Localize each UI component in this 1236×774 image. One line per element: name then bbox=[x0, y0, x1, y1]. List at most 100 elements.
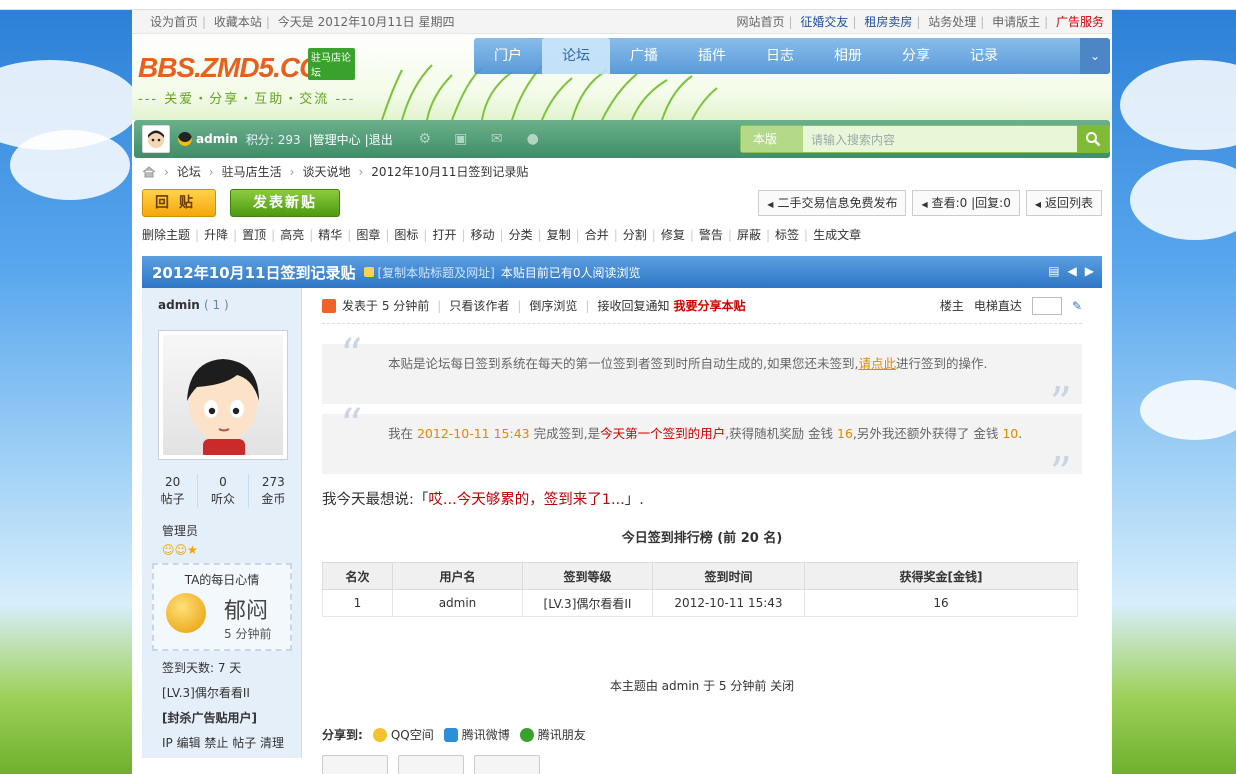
sign-time: 2012-10-11 15:43 bbox=[416, 426, 530, 441]
mod-tool-item[interactable]: 打开 bbox=[432, 228, 456, 242]
table-row: 1 admin [LV.3]偶尔看看II 2012-10-11 15:43 16 bbox=[322, 589, 1078, 617]
mod-tool-item[interactable]: 修复 bbox=[661, 228, 685, 242]
stat-posts[interactable]: 20 帖子 bbox=[148, 474, 199, 508]
mod-tool-item[interactable]: 升降 bbox=[204, 228, 228, 242]
author-name-row: admin ( 1 ) bbox=[142, 298, 301, 312]
nav-forum[interactable]: 论坛 bbox=[542, 38, 610, 74]
author-stats: 20 帖子 0 听众 273 金币 bbox=[148, 474, 298, 508]
image-icon[interactable]: ▣ bbox=[453, 131, 469, 147]
nav-plugins[interactable]: 插件 bbox=[678, 38, 746, 74]
breadcrumb-forum[interactable]: 论坛 bbox=[177, 158, 201, 186]
floor-jump-input[interactable] bbox=[1031, 296, 1062, 315]
mod-tool-item[interactable]: 高亮 bbox=[280, 228, 304, 242]
reply-notify-link[interactable]: 接收回复通知 bbox=[597, 297, 669, 314]
mod-tool-item[interactable]: 复制 bbox=[547, 228, 571, 242]
ad-service-link[interactable]: 广告服务 bbox=[1056, 15, 1104, 29]
next-thread-icon[interactable]: ▶ bbox=[1085, 264, 1094, 278]
today-say: 我今天最想说:「哎...今天够累的，签到来了1...」. bbox=[322, 492, 644, 508]
site-home-link[interactable]: 网站首页 bbox=[737, 15, 785, 29]
post-title-bar: 2012年10月11日签到记录贴 [复制本贴标题及网址] 本贴目前已有0人阅读浏… bbox=[142, 256, 1102, 288]
poster-icon bbox=[322, 298, 336, 313]
notification-bulb-icon[interactable]: ● bbox=[525, 131, 541, 147]
only-author-link[interactable]: 只看该作者 bbox=[449, 297, 509, 314]
author-name[interactable]: admin bbox=[158, 298, 200, 312]
sign-in-link[interactable]: 请点此 bbox=[858, 356, 896, 371]
nav-share[interactable]: 分享 bbox=[882, 38, 950, 74]
stat-listeners[interactable]: 0 听众 bbox=[198, 474, 249, 508]
copy-title-link[interactable]: [复制本贴标题及网址] bbox=[378, 264, 495, 281]
search-icon bbox=[1086, 132, 1101, 147]
rate-button[interactable] bbox=[474, 755, 540, 774]
admin-center-link[interactable]: |管理中心 bbox=[309, 131, 361, 148]
message-envelope-icon[interactable]: ✉ bbox=[489, 131, 505, 147]
mod-tool-item[interactable]: 屏蔽 bbox=[737, 228, 761, 242]
reward-amount: 16 bbox=[837, 426, 853, 441]
search-input[interactable]: 请输入搜索内容 bbox=[803, 131, 1077, 148]
search-button[interactable] bbox=[1077, 125, 1109, 153]
author-uid: ( 1 ) bbox=[204, 298, 229, 312]
nav-portal[interactable]: 门户 bbox=[474, 38, 542, 74]
breadcrumb-chat[interactable]: 谈天说地 bbox=[302, 158, 350, 186]
like-button[interactable] bbox=[398, 755, 464, 774]
rent-house-link[interactable]: 租房卖房 bbox=[864, 15, 912, 29]
mod-tool-item[interactable]: 图标 bbox=[394, 228, 418, 242]
set-homepage-link[interactable]: 设为首页 bbox=[150, 15, 198, 29]
mod-tool-item[interactable]: 合并 bbox=[585, 228, 609, 242]
user-score[interactable]: 积分: 293 bbox=[246, 131, 301, 148]
author-avatar[interactable] bbox=[158, 330, 288, 460]
share-tencent-weibo[interactable]: 腾讯微博 bbox=[443, 726, 510, 743]
jump-go-icon[interactable]: ✎ bbox=[1072, 299, 1082, 313]
site-affairs-link[interactable]: 站务处理 bbox=[928, 15, 976, 29]
share-qzone[interactable]: QQ空间 bbox=[372, 726, 434, 743]
mod-tool-item[interactable]: 分类 bbox=[509, 228, 533, 242]
admin-ops[interactable]: IP 编辑 禁止 帖子 清理 bbox=[162, 734, 301, 751]
mod-tool-item[interactable]: 生成文章 bbox=[813, 228, 861, 242]
ban-ad-users[interactable]: [封杀广告贴用户] bbox=[162, 709, 301, 726]
stat-coins[interactable]: 273 金币 bbox=[249, 474, 298, 508]
mod-tool-item[interactable]: 分割 bbox=[623, 228, 647, 242]
bookmark-link[interactable]: 收藏本站 bbox=[214, 15, 262, 29]
print-icon[interactable]: ▤ bbox=[1048, 264, 1059, 278]
favorite-button[interactable] bbox=[322, 755, 388, 774]
separator: | bbox=[651, 228, 656, 242]
search-scope-select[interactable]: 本版 bbox=[741, 126, 803, 152]
back-to-list-button[interactable]: ◀ 返回列表 bbox=[1025, 190, 1102, 216]
logout-link[interactable]: |退出 bbox=[365, 131, 393, 148]
apply-moderator-link[interactable]: 申请版主 bbox=[992, 15, 1040, 29]
user-group[interactable]: 管理员 bbox=[162, 522, 301, 539]
share-tencent-friends[interactable]: 腾讯朋友 bbox=[519, 726, 586, 743]
user-avatar[interactable] bbox=[142, 125, 170, 153]
settings-gear-icon[interactable]: ⚙ bbox=[417, 131, 433, 147]
breadcrumb-life[interactable]: 驻马店生活 bbox=[222, 158, 282, 186]
floor-label: 楼主 bbox=[939, 299, 964, 313]
action-pills: ◀ 二手交易信息免费发布 ◀ 查看:0 |回复:0 ◀ 返回列表 bbox=[758, 190, 1102, 216]
nav-broadcast[interactable]: 广播 bbox=[610, 38, 678, 74]
mod-tool-item[interactable]: 警告 bbox=[699, 228, 723, 242]
rank-header-row: 名次 用户名 签到等级 签到时间 获得奖金[金钱] bbox=[322, 562, 1078, 590]
reply-button[interactable]: 回贴 bbox=[142, 189, 216, 217]
separator: | bbox=[195, 228, 200, 242]
separator: | bbox=[727, 228, 732, 242]
mod-tool-item[interactable]: 精华 bbox=[318, 228, 342, 242]
dating-link[interactable]: 征婚交友 bbox=[800, 15, 848, 29]
nav-records[interactable]: 记录 bbox=[950, 38, 1018, 74]
share-post-link[interactable]: 我要分享本贴 bbox=[673, 297, 745, 314]
username[interactable]: admin bbox=[196, 132, 238, 146]
site-logo[interactable]: BBS.ZMD5.COM 驻马店论坛 --- 关爱・分享・互助・交流 --- bbox=[138, 48, 356, 107]
nav-more-chevron-icon[interactable]: ⌄ bbox=[1080, 38, 1110, 74]
mod-tool-item[interactable]: 标签 bbox=[775, 228, 799, 242]
separator: | bbox=[461, 228, 466, 242]
new-post-button[interactable]: 发表新贴 bbox=[230, 189, 340, 217]
mod-tool-item[interactable]: 图章 bbox=[356, 228, 380, 242]
qq-icon[interactable] bbox=[178, 132, 192, 146]
reverse-order-link[interactable]: 倒序浏览 bbox=[529, 297, 577, 314]
user-bar: admin 积分: 293 |管理中心 |退出 ⚙ ▣ ✉ ● 本版 请输入搜索… bbox=[134, 120, 1110, 158]
home-icon[interactable] bbox=[142, 166, 156, 178]
nav-album[interactable]: 相册 bbox=[814, 38, 882, 74]
prev-thread-icon[interactable]: ◀ bbox=[1068, 264, 1077, 278]
mod-tool-item[interactable]: 移动 bbox=[471, 228, 495, 242]
secondhand-info-button[interactable]: ◀ 二手交易信息免费发布 bbox=[758, 190, 907, 216]
nav-blog[interactable]: 日志 bbox=[746, 38, 814, 74]
mod-tool-item[interactable]: 删除主题 bbox=[142, 228, 190, 242]
mod-tool-item[interactable]: 置顶 bbox=[242, 228, 266, 242]
